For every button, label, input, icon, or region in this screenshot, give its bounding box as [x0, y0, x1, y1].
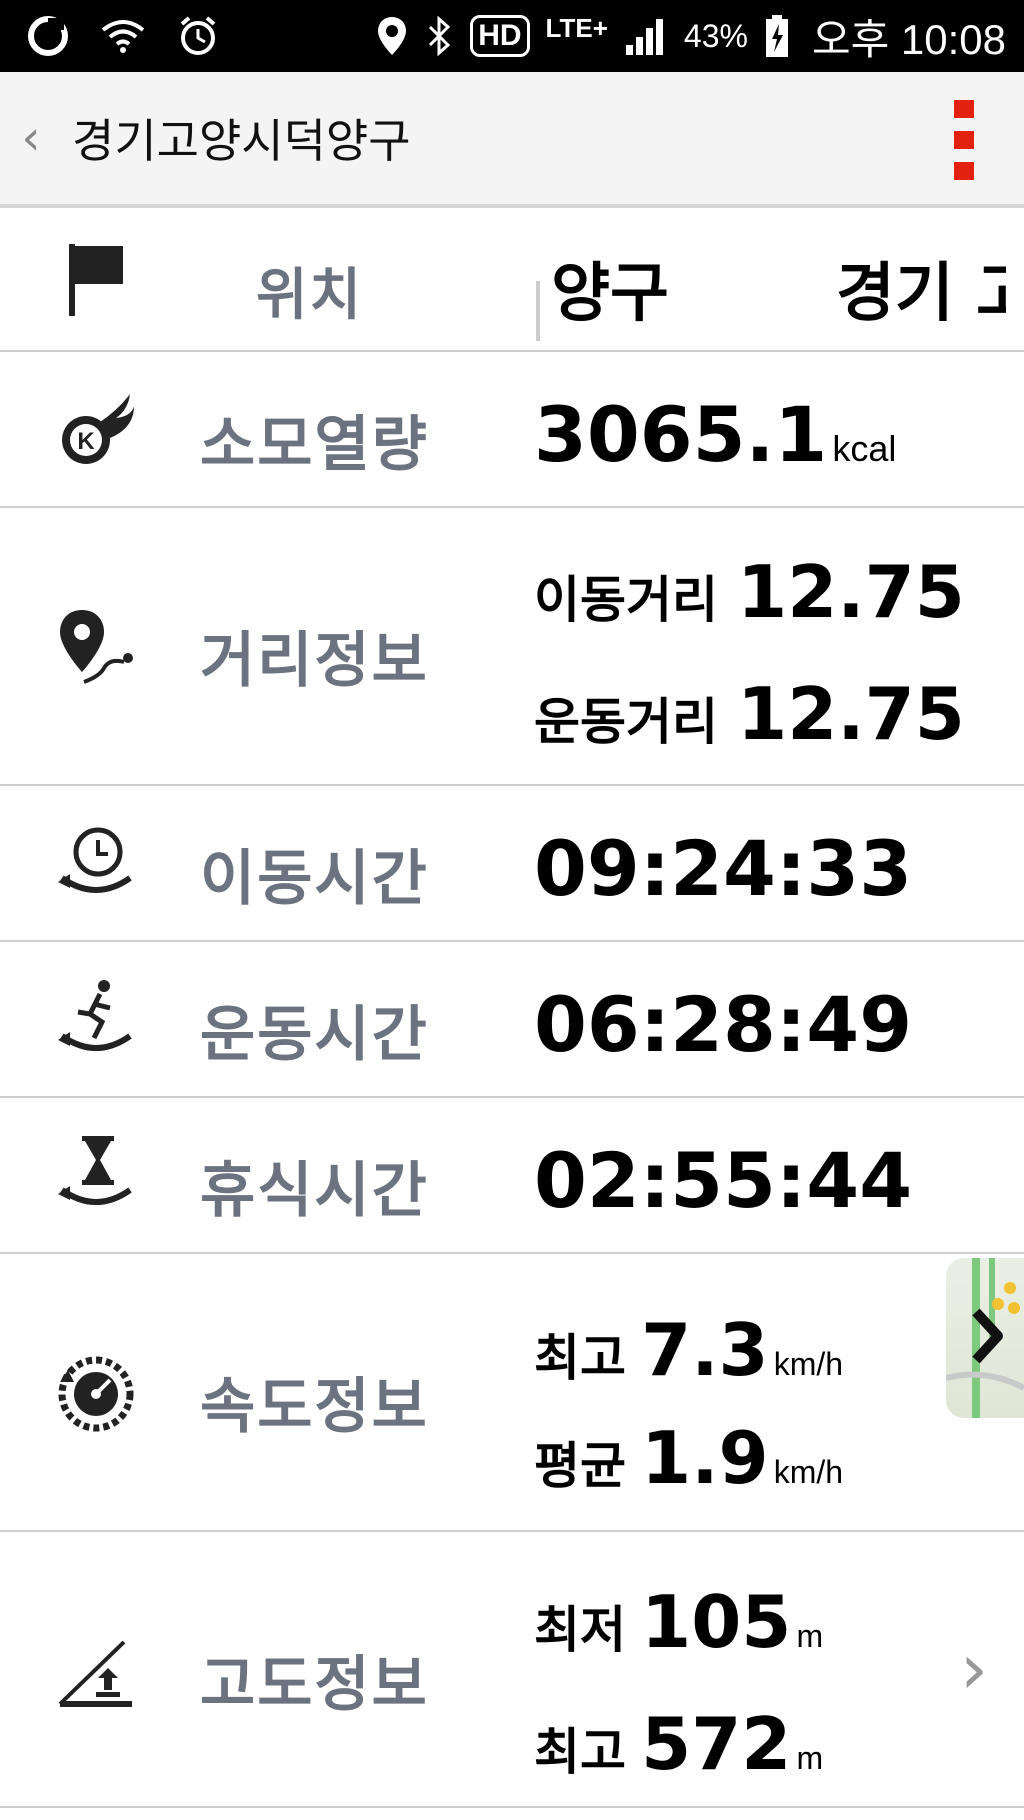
distance-label: 거리정보 [200, 626, 429, 696]
exercise-distance-line: 운동거리 12.75 [534, 672, 965, 756]
altitude-slope-icon [52, 1628, 140, 1716]
min-altitude-label: 최저 [534, 1601, 626, 1659]
location-value-left-wrap: 양구 [536, 242, 669, 341]
route-pin-icon [52, 604, 140, 692]
avg-speed-label: 평균 [534, 1437, 626, 1495]
travel-distance-label: 이동거리 [534, 571, 718, 629]
max-altitude-label: 최고 [534, 1723, 626, 1781]
hourglass-cycle-icon [52, 1132, 140, 1220]
svg-text:K: K [77, 428, 95, 455]
max-altitude-value: 572 [641, 1702, 792, 1786]
calories-value-line: 3065.1 kcal [534, 390, 896, 479]
bluetooth-icon [424, 15, 454, 57]
travel-distance-value: 12.75 [737, 550, 965, 634]
overflow-menu-button[interactable] [954, 100, 976, 180]
status-bar: HD LTE+ 43% 오후 10:08 [0, 0, 1024, 72]
travel-time-row: 이동시간 09:24:33 [0, 786, 1024, 942]
min-altitude-line: 최저 105 m [534, 1580, 823, 1664]
travel-time-value: 09:24:33 [534, 824, 913, 913]
speed-row[interactable]: 속도정보 최고 7.3 km/h 평균 1.9 km/h [0, 1254, 1024, 1532]
avg-speed-line: 평균 1.9 km/h [534, 1416, 843, 1500]
page-title: 경기고양시덕양구 [72, 114, 411, 168]
altitude-label: 고도정보 [200, 1650, 429, 1720]
stopwatch-cycle-icon [52, 820, 140, 908]
max-speed-value: 7.3 [641, 1308, 769, 1392]
avg-speed-unit: km/h [773, 1454, 844, 1490]
location-value-right: 경기 고 [836, 257, 1006, 331]
location-value-right-wrap: 경기 고 [836, 242, 1006, 334]
battery-charging-icon [764, 14, 790, 58]
avg-speed-value: 1.9 [641, 1416, 769, 1500]
signal-strength-icon [624, 15, 668, 57]
exercise-time-value: 06:28:49 [534, 980, 913, 1069]
exercise-time-label: 운동시간 [200, 1000, 429, 1070]
calories-label: 소모열량 [200, 410, 429, 480]
carrier-logo-icon [26, 14, 70, 58]
distance-row: 거리정보 이동거리 12.75 운동거리 12.75 [0, 508, 1024, 786]
exercise-distance-value: 12.75 [737, 672, 965, 756]
runner-cycle-icon [52, 976, 140, 1064]
rest-time-label: 휴식시간 [200, 1156, 429, 1226]
rest-time-value: 02:55:44 [534, 1136, 913, 1225]
clock-time: 오후 10:08 [811, 15, 1006, 63]
menu-dot [954, 100, 974, 118]
hd-voice-badge: HD [470, 15, 530, 57]
flag-icon [52, 236, 140, 324]
battery-percent: 43% [683, 17, 748, 54]
wifi-icon [100, 16, 146, 56]
rest-time-row: 휴식시간 02:55:44 [0, 1098, 1024, 1254]
calories-unit: kcal [832, 428, 897, 469]
lte-indicator: LTE+ [545, 12, 608, 43]
calorie-flame-icon: K [52, 386, 140, 474]
max-altitude-unit: m [796, 1740, 824, 1776]
speedometer-icon [52, 1350, 140, 1438]
altitude-row[interactable]: 고도정보 최저 105 m 최고 572 m › [0, 1532, 1024, 1808]
back-button[interactable]: ‹ [6, 88, 56, 188]
speed-label: 속도정보 [200, 1372, 429, 1442]
chevron-right-icon[interactable]: › [960, 1628, 988, 1710]
location-label: 위치 [256, 263, 364, 328]
calories-row: K 소모열량 3065.1 kcal [0, 352, 1024, 508]
exercise-time-row: 운동시간 06:28:49 [0, 942, 1024, 1098]
map-thumbnail[interactable] [946, 1258, 1024, 1418]
travel-time-label: 이동시간 [200, 844, 429, 914]
location-row: 위치 양구 경기 고 [0, 208, 1024, 352]
menu-dot [954, 162, 974, 180]
travel-distance-line: 이동거리 12.75 [534, 550, 965, 634]
marquee-edge [536, 280, 540, 341]
alarm-icon [176, 14, 220, 58]
app-bar: ‹ 경기고양시덕양구 [0, 72, 1024, 208]
max-speed-line: 최고 7.3 km/h [534, 1308, 843, 1392]
min-altitude-unit: m [796, 1618, 824, 1654]
location-pin-icon [376, 15, 408, 57]
exercise-distance-label: 운동거리 [534, 693, 718, 751]
location-value-left: 양구 [551, 257, 669, 331]
chevron-left-icon: ‹ [21, 110, 41, 166]
max-altitude-line: 최고 572 m [534, 1702, 823, 1786]
max-speed-label: 최고 [534, 1329, 626, 1387]
min-altitude-value: 105 [641, 1580, 792, 1664]
calories-value: 3065.1 [534, 390, 828, 479]
max-speed-unit: km/h [773, 1346, 844, 1382]
menu-dot [954, 131, 974, 149]
